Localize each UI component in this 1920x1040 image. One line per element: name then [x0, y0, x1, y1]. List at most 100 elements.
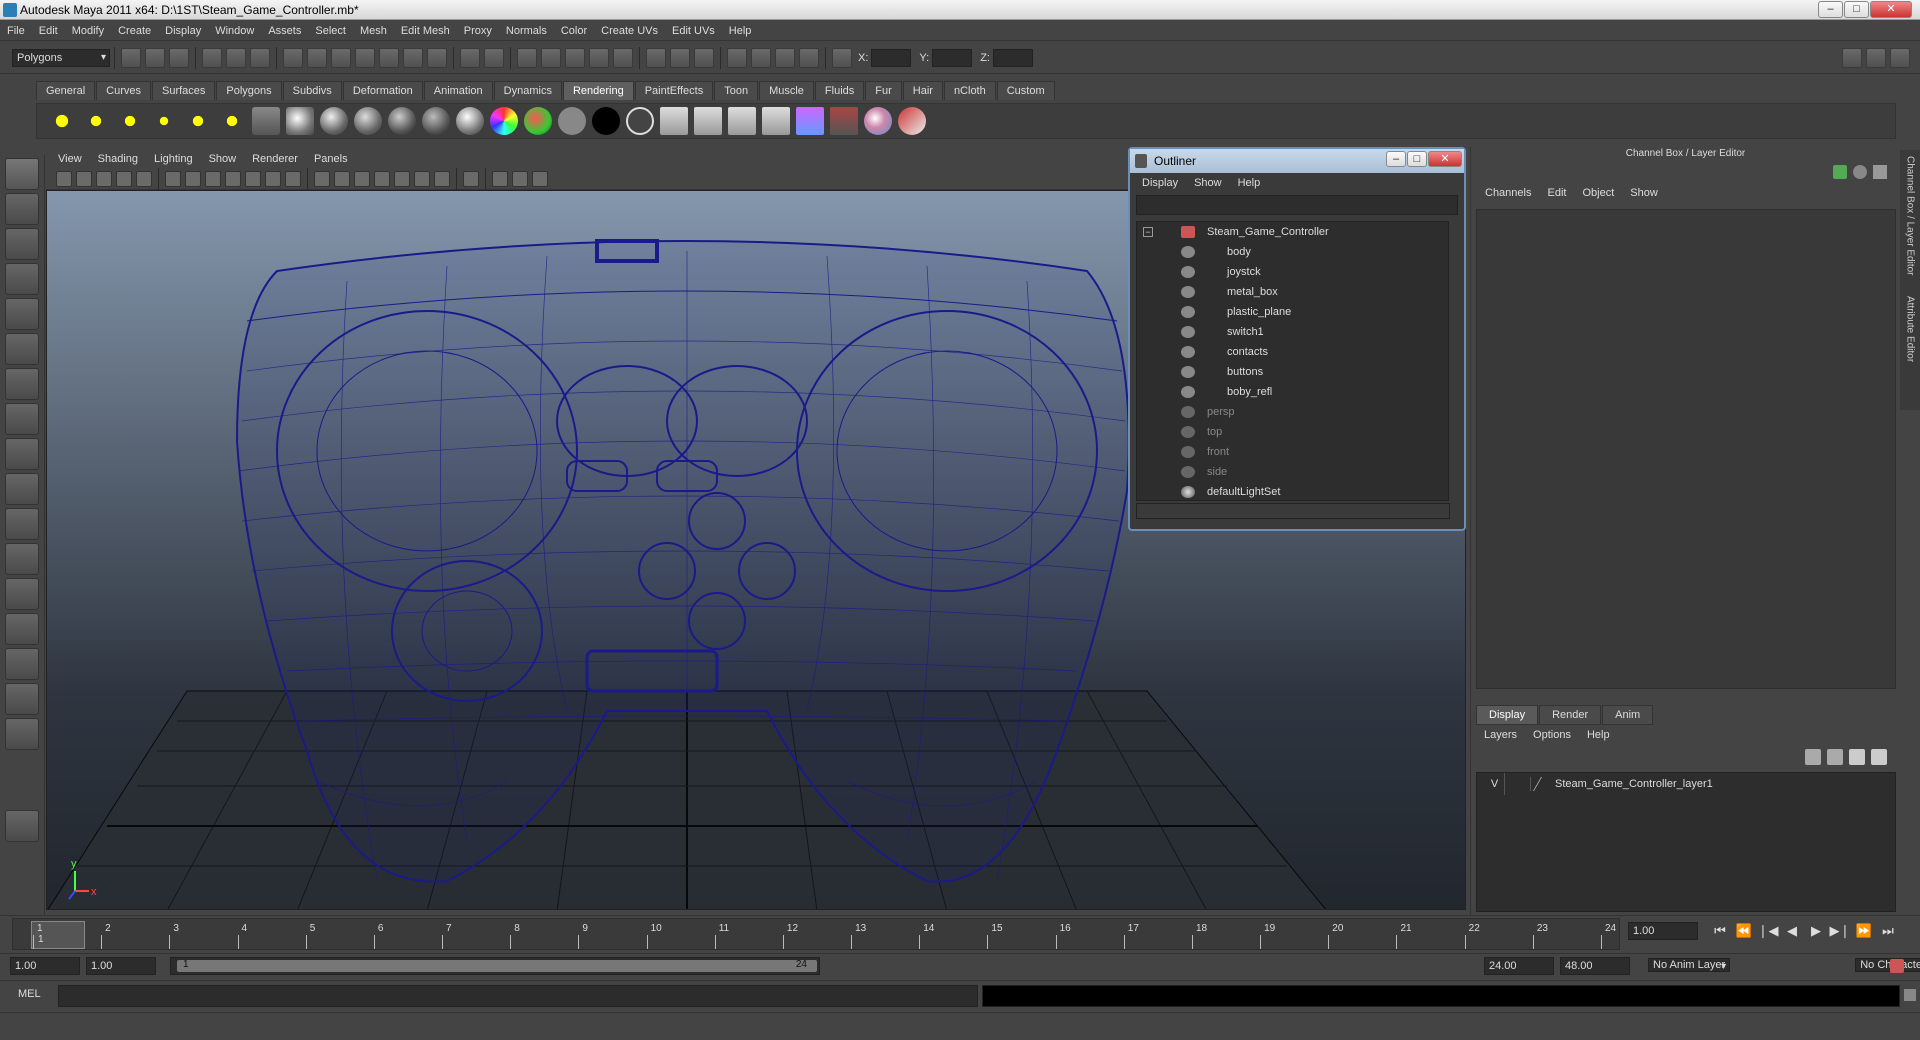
use-all-lights-icon[interactable]: [414, 170, 430, 187]
safe-title-icon[interactable]: [285, 170, 301, 187]
paint-canvas-icon[interactable]: [864, 107, 892, 135]
outliner-horizontal-scrollbar[interactable]: [1136, 503, 1450, 519]
manipulator-tool-icon[interactable]: [5, 368, 39, 400]
layer-row[interactable]: V Steam_Game_Controller_layer1: [1477, 773, 1895, 795]
rotate-tool-icon[interactable]: [5, 298, 39, 330]
command-input[interactable]: [58, 985, 978, 1007]
paint-select-tool-icon[interactable]: [5, 228, 39, 260]
vp-menu-view[interactable]: View: [50, 150, 90, 168]
isolate-select-icon[interactable]: [463, 170, 479, 187]
attribute-icon[interactable]: [799, 47, 819, 68]
surface-shader-icon[interactable]: [558, 107, 586, 135]
menu-normals[interactable]: Normals: [499, 21, 554, 41]
two-d-pan-icon[interactable]: [136, 170, 152, 187]
outliner-item-boby-refl[interactable]: boby_refl: [1137, 382, 1449, 402]
persp-graph-hypergraph-layout-icon[interactable]: [5, 683, 39, 715]
persp-outliner-layout-icon[interactable]: [5, 578, 39, 610]
outliner-filter-input[interactable]: [1136, 195, 1458, 215]
menu-mesh[interactable]: Mesh: [353, 21, 394, 41]
menu-edit[interactable]: Edit: [32, 21, 65, 41]
open-scene-icon[interactable]: [145, 47, 165, 68]
maximize-button[interactable]: □: [1844, 1, 1869, 18]
shelf-tab-fur[interactable]: Fur: [865, 80, 902, 100]
step-forward-key-icon[interactable]: ⏩: [1852, 923, 1876, 939]
anisotropic-icon[interactable]: [422, 107, 450, 135]
env-fog-icon[interactable]: [626, 107, 654, 135]
character-set-dropdown[interactable]: No Character Set: [1855, 958, 1920, 972]
play-forwards-icon[interactable]: ▶: [1804, 923, 1828, 939]
vp-menu-renderer[interactable]: Renderer: [244, 150, 306, 168]
move-layer-up-icon[interactable]: [1805, 749, 1821, 765]
hyper-icon[interactable]: [1873, 165, 1887, 179]
shelf-tab-fluids[interactable]: Fluids: [814, 80, 865, 100]
selection-mask-icon[interactable]: [484, 47, 504, 68]
toolset-icon[interactable]: [775, 47, 795, 68]
move-layer-down-icon[interactable]: [1827, 749, 1843, 765]
shelf-tab-deformation[interactable]: Deformation: [342, 80, 423, 100]
shelf-tab-custom[interactable]: Custom: [996, 80, 1055, 100]
grid-icon[interactable]: [165, 170, 181, 187]
menu-window[interactable]: Window: [208, 21, 261, 41]
channel-menu-show[interactable]: Show: [1622, 183, 1666, 203]
shading-map-icon[interactable]: [524, 107, 552, 135]
menu-file[interactable]: File: [0, 21, 32, 41]
outliner-root-item[interactable]: − Steam_Game_Controller: [1137, 222, 1449, 242]
snap-view-plane-icon[interactable]: [355, 47, 375, 68]
menu-proxy[interactable]: Proxy: [457, 21, 499, 41]
step-forward-frame-icon[interactable]: ▶❘: [1828, 923, 1852, 939]
layer-menu-layers[interactable]: Layers: [1476, 725, 1525, 745]
use-background-icon[interactable]: [592, 107, 620, 135]
render-globals-icon[interactable]: [796, 107, 824, 135]
channel-menu-edit[interactable]: Edit: [1539, 183, 1574, 203]
outliner-item-front[interactable]: front: [1137, 442, 1449, 462]
outliner-close-button[interactable]: ✕: [1428, 151, 1462, 167]
textured-icon[interactable]: [374, 170, 390, 187]
menu-modify[interactable]: Modify: [65, 21, 111, 41]
z-field[interactable]: [992, 48, 1033, 67]
bookmark-icon[interactable]: [96, 170, 112, 187]
outliner-item-metal-box[interactable]: metal_box: [1137, 282, 1449, 302]
question-icon[interactable]: [427, 47, 447, 68]
outliner-item-top[interactable]: top: [1137, 422, 1449, 442]
layered-shader-icon[interactable]: [456, 107, 484, 135]
new-scene-icon[interactable]: [121, 47, 141, 68]
select-object-icon[interactable]: [226, 47, 246, 68]
wireframe-icon[interactable]: [314, 170, 330, 187]
smooth-shade-icon[interactable]: [334, 170, 350, 187]
layout-menu-icon[interactable]: [5, 718, 39, 750]
ipr-shelf-icon[interactable]: [728, 107, 756, 135]
blinn-icon[interactable]: [286, 107, 314, 135]
shelf-tab-surfaces[interactable]: Surfaces: [151, 80, 216, 100]
phonge-icon[interactable]: [388, 107, 416, 135]
save-scene-icon[interactable]: [169, 47, 189, 68]
current-time-field[interactable]: 1.00: [1628, 922, 1698, 940]
outliner-maximize-button[interactable]: □: [1407, 151, 1427, 167]
go-to-end-icon[interactable]: ⏭: [1876, 923, 1900, 939]
vp-menu-panels[interactable]: Panels: [306, 150, 356, 168]
outliner-item-contacts[interactable]: contacts: [1137, 342, 1449, 362]
side-tab-attribute-editor[interactable]: Attribute Editor: [1905, 296, 1916, 362]
play-backwards-icon[interactable]: ◀: [1780, 923, 1804, 939]
shelf-tab-muscle[interactable]: Muscle: [759, 80, 814, 100]
menu-color[interactable]: Color: [554, 21, 594, 41]
menu-create[interactable]: Create: [111, 21, 158, 41]
resolution-gate-icon[interactable]: [205, 170, 221, 187]
paint-icon[interactable]: [751, 47, 771, 68]
outliner-title-bar[interactable]: Outliner – □ ✕: [1130, 149, 1464, 173]
shelf-tab-polygons[interactable]: Polygons: [216, 80, 282, 100]
playback-start-field[interactable]: 1.00: [86, 957, 156, 975]
film-gate-icon[interactable]: [185, 170, 201, 187]
shelf-tab-curves[interactable]: Curves: [96, 80, 151, 100]
snap-point-icon[interactable]: [331, 47, 351, 68]
outliner-menu-show[interactable]: Show: [1186, 173, 1230, 193]
close-button[interactable]: ✕: [1870, 1, 1912, 18]
spot-light-icon[interactable]: [150, 107, 178, 135]
soft-mod-tool-icon[interactable]: [5, 403, 39, 435]
outliner-vertical-scrollbar[interactable]: [1448, 221, 1462, 501]
safe-action-icon[interactable]: [265, 170, 281, 187]
layer-menu-options[interactable]: Options: [1525, 725, 1579, 745]
attribute-editor-toggle-icon[interactable]: [1842, 47, 1862, 68]
playback-end-field[interactable]: 24.00: [1484, 957, 1554, 975]
layer-tab-render[interactable]: Render: [1539, 705, 1602, 725]
new-layer-from-selected-icon[interactable]: [1871, 749, 1887, 765]
